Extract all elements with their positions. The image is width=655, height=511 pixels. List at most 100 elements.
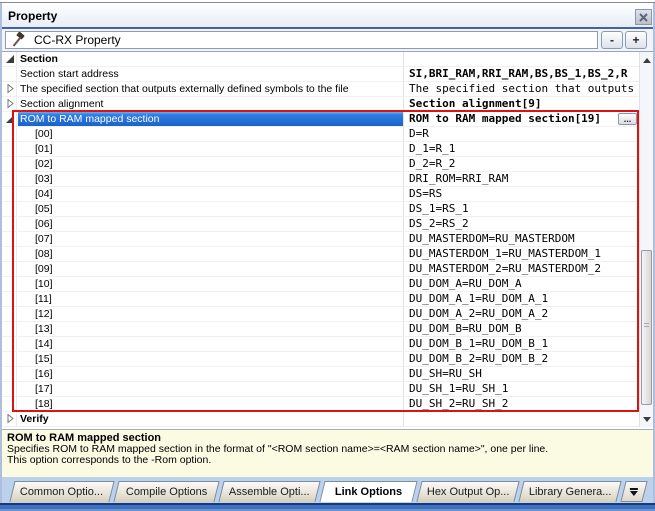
property-value-cell[interactable]: DRI_ROM=RRI_RAM (404, 172, 639, 186)
close-button[interactable] (635, 9, 652, 25)
scroll-up-button[interactable] (640, 54, 653, 66)
row-expander-icon[interactable] (2, 97, 18, 111)
property-grid: Section Section start address SI,BRI_RAM… (2, 52, 653, 427)
property-row[interactable]: [07] DU_MASTERDOM=RU_MASTERDOM (2, 232, 639, 247)
property-row[interactable]: [00] D=R (2, 127, 639, 142)
property-row[interactable]: Section start address SI,BRI_RAM,RRI_RAM… (2, 67, 639, 82)
row-value: DU_DOM_B=RU_DOM_B (409, 322, 522, 335)
property-name-cell: Section alignment (2, 97, 404, 111)
property-row[interactable]: [06] DS_2=RS_2 (2, 217, 639, 232)
row-expander-icon (2, 247, 18, 261)
property-value-cell[interactable]: DU_MASTERDOM_2=RU_MASTERDOM_2 (404, 262, 639, 276)
row-label: [09] (18, 262, 403, 276)
property-row[interactable]: Verify (2, 412, 639, 427)
scroll-up-icon (643, 58, 651, 63)
vertical-scrollbar[interactable] (639, 52, 653, 427)
tab-overflow-button[interactable] (620, 481, 647, 502)
row-label: [08] (18, 247, 403, 261)
property-value-cell[interactable]: DU_DOM_A_2=RU_DOM_A_2 (404, 307, 639, 321)
property-row[interactable]: ROM to RAM mapped section ROM to RAM map… (2, 112, 639, 127)
property-row[interactable]: Section alignment Section alignment[9] (2, 97, 639, 112)
property-value-cell[interactable]: DU_DOM_B=RU_DOM_B (404, 322, 639, 336)
property-value-cell[interactable]: DU_DOM_B_1=RU_DOM_B_1 (404, 337, 639, 351)
property-row[interactable]: [17] DU_SH_1=RU_SH_1 (2, 382, 639, 397)
property-value-cell[interactable]: SI,BRI_RAM,RRI_RAM,BS,BS_1,BS_2,R (404, 67, 639, 81)
property-row[interactable]: [02] D_2=R_2 (2, 157, 639, 172)
row-value: The specified section that outputs exter… (409, 82, 639, 95)
row-expander-icon[interactable] (2, 112, 18, 126)
expand-all-button[interactable]: + (625, 31, 647, 49)
category-tab[interactable]: Assemble Opti... (218, 481, 320, 502)
property-value-cell[interactable]: The specified section that outputs exter… (404, 82, 639, 96)
property-row[interactable]: [16] DU_SH=RU_SH (2, 367, 639, 382)
property-name-cell: [08] (2, 247, 404, 261)
ellipsis-button[interactable]: ... (618, 113, 637, 125)
property-value-cell[interactable]: DU_SH=RU_SH (404, 367, 639, 381)
row-expander-icon (2, 292, 18, 306)
category-tab[interactable]: Hex Output Op... (416, 481, 519, 502)
property-row[interactable]: [01] D_1=R_1 (2, 142, 639, 157)
property-value-cell[interactable]: ROM to RAM mapped section[19] ... (404, 112, 639, 126)
scrollbar-thumb[interactable] (641, 250, 652, 405)
row-expander-icon[interactable] (2, 82, 18, 96)
row-value: DU_SH_1=RU_SH_1 (409, 382, 508, 395)
property-value-cell[interactable]: DS=RS (404, 187, 639, 201)
property-row[interactable]: Section (2, 52, 639, 67)
property-name-cell: [12] (2, 307, 404, 321)
row-label: [12] (18, 307, 403, 321)
row-label: [11] (18, 292, 403, 306)
property-row[interactable]: [04] DS=RS (2, 187, 639, 202)
property-value-cell[interactable]: DU_MASTERDOM=RU_MASTERDOM (404, 232, 639, 246)
property-value-cell[interactable]: D_1=R_1 (404, 142, 639, 156)
property-name-cell: [11] (2, 292, 404, 306)
property-name-cell: [15] (2, 352, 404, 366)
row-expander-icon[interactable] (2, 52, 18, 66)
property-row[interactable]: [13] DU_DOM_B=RU_DOM_B (2, 322, 639, 337)
property-row[interactable]: [14] DU_DOM_B_1=RU_DOM_B_1 (2, 337, 639, 352)
row-label: The specified section that outputs exter… (18, 82, 403, 96)
property-row[interactable]: [03] DRI_ROM=RRI_RAM (2, 172, 639, 187)
property-value-cell[interactable]: DU_DOM_A_1=RU_DOM_A_1 (404, 292, 639, 306)
row-value: DS_1=RS_1 (409, 202, 469, 215)
category-tab[interactable]: Library Genera... (518, 481, 621, 502)
property-row[interactable]: [10] DU_DOM_A=RU_DOM_A (2, 277, 639, 292)
property-name-cell: Verify (2, 412, 404, 426)
property-row[interactable]: The specified section that outputs exter… (2, 82, 639, 97)
property-row[interactable]: [18] DU_SH_2=RU_SH_2 (2, 397, 639, 412)
scroll-down-button[interactable] (640, 413, 653, 425)
row-value: DU_DOM_A=RU_DOM_A (409, 277, 522, 290)
row-value: DU_SH_2=RU_SH_2 (409, 397, 508, 410)
category-tab[interactable]: Compile Options (113, 481, 219, 502)
property-value-cell[interactable]: DU_SH_1=RU_SH_1 (404, 382, 639, 396)
property-row[interactable]: [12] DU_DOM_A_2=RU_DOM_A_2 (2, 307, 639, 322)
property-row[interactable]: [05] DS_1=RS_1 (2, 202, 639, 217)
row-expander-icon[interactable] (2, 412, 18, 426)
property-value-cell[interactable]: DS_1=RS_1 (404, 202, 639, 216)
panel-titlebar: Property (2, 3, 653, 27)
row-label: [15] (18, 352, 403, 366)
row-expander-icon (2, 337, 18, 351)
property-value-cell[interactable]: DU_DOM_B_2=RU_DOM_B_2 (404, 352, 639, 366)
property-panel: Property CC-RX Property - + Section Sect… (0, 0, 655, 511)
category-tab[interactable]: Link Options (319, 481, 417, 502)
property-value-cell[interactable]: DU_DOM_A=RU_DOM_A (404, 277, 639, 291)
collapse-all-button[interactable]: - (601, 31, 623, 49)
property-value-cell[interactable] (404, 412, 639, 426)
property-value-cell[interactable]: D=R (404, 127, 639, 141)
row-label: [13] (18, 322, 403, 336)
property-row[interactable]: [08] DU_MASTERDOM_1=RU_MASTERDOM_1 (2, 247, 639, 262)
property-value-cell[interactable]: D_2=R_2 (404, 157, 639, 171)
row-label: [17] (18, 382, 403, 396)
property-name-cell: ROM to RAM mapped section (2, 112, 404, 126)
property-value-cell[interactable]: Section alignment[9] (404, 97, 639, 111)
wrench-icon (10, 32, 26, 48)
property-value-cell[interactable]: DS_2=RS_2 (404, 217, 639, 231)
property-row[interactable]: [15] DU_DOM_B_2=RU_DOM_B_2 (2, 352, 639, 367)
property-value-cell[interactable]: DU_SH_2=RU_SH_2 (404, 397, 639, 411)
property-value-cell[interactable]: DU_MASTERDOM_1=RU_MASTERDOM_1 (404, 247, 639, 261)
category-tab[interactable]: Common Optio... (9, 481, 114, 502)
property-row[interactable]: [11] DU_DOM_A_1=RU_DOM_A_1 (2, 292, 639, 307)
property-name-cell: Section (2, 52, 404, 66)
property-value-cell[interactable] (404, 52, 639, 66)
property-row[interactable]: [09] DU_MASTERDOM_2=RU_MASTERDOM_2 (2, 262, 639, 277)
